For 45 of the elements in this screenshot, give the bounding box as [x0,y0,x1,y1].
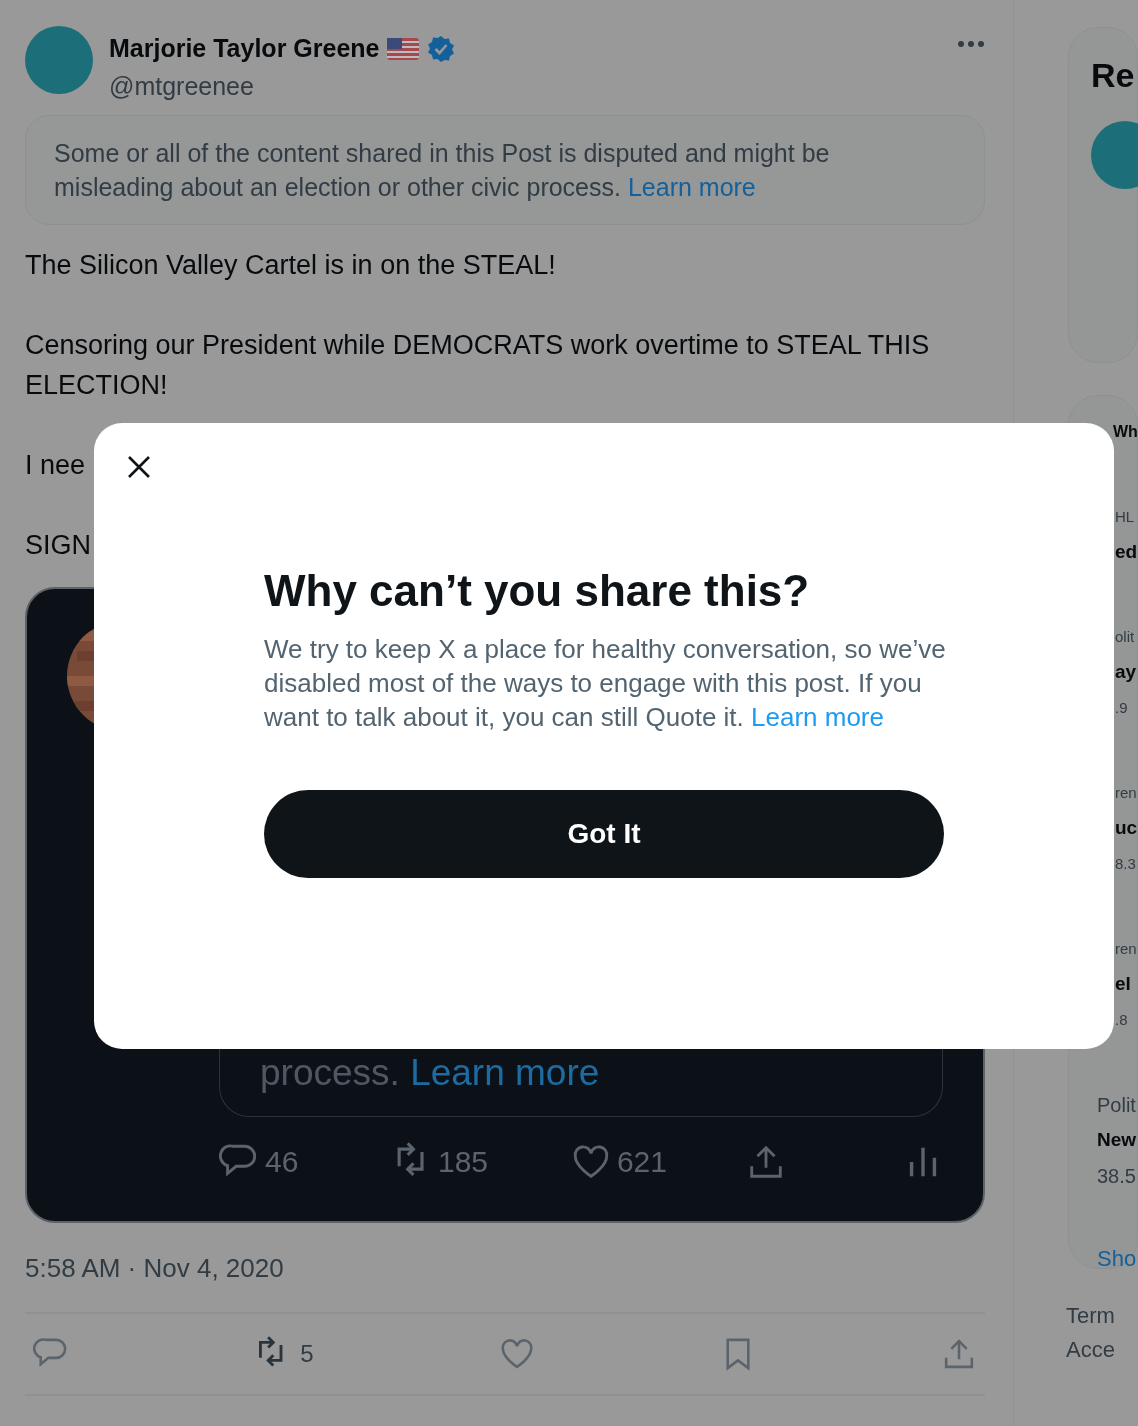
card-heading: Re [1091,55,1135,96]
post-text: I nee [25,449,86,482]
dialog-title: Why can’t you share this? [264,565,811,617]
trend-title[interactable]: New [1097,1122,1137,1158]
trend-category: ren [1115,783,1137,803]
author-name[interactable]: Marjorie Taylor Greene [109,30,380,68]
card-heading: Wh [1113,422,1138,442]
trend-count: 8.3 [1115,854,1136,874]
dialog-text: We try to keep X a place for healthy conversation, so we’ve disabled most of the ways to engage with this post. If you want to talk about it, you can still Quote it. Learn more [264,632,947,734]
show-more-link[interactable]: Sho [1097,1242,1137,1275]
more-icon[interactable] [957,40,985,48]
flag-icon [387,37,420,60]
close-button[interactable] [126,454,152,480]
trend-category: ren [1115,939,1137,959]
learn-more-link[interactable]: Learn more [751,701,884,732]
count: 5 [300,1339,314,1369]
post-text: Censoring our President while DEMOCRATS work overtime to STEAL THIS ELECTION! [25,329,931,402]
author-handle[interactable]: @mtgreenee [109,67,941,105]
trend-count: .9 [1115,698,1128,718]
disputed-notice: Some or all of the content shared in this Post is disputed and might be misleading about an election or other civic process. Learn more [25,115,985,225]
footer-link[interactable]: Term [1066,1299,1138,1333]
trend-category: olit [1115,627,1135,647]
post-text: The Silicon Valley Cartel is in on the STEAL! [25,249,556,282]
trend-title[interactable]: ed [1115,534,1138,570]
trend-count: .8 [1115,1010,1128,1030]
footer-link[interactable]: Acce [1066,1333,1138,1367]
close-icon [126,454,152,480]
trend-title[interactable]: el [1115,966,1131,1002]
count: 621 [616,1144,667,1180]
count: 46 [265,1144,299,1180]
trend-title[interactable]: ay [1115,654,1137,690]
post-text: SIGN [25,529,91,562]
like-button[interactable]: 621 [570,1139,746,1184]
trend-category: Polit [1097,1093,1136,1118]
learn-more-link[interactable]: Learn more [627,173,756,201]
repost-button[interactable]: 185 [392,1139,571,1184]
learn-more-link[interactable]: Learn more [410,1052,600,1093]
reply-button[interactable]: 46 [219,1139,392,1184]
trend-title[interactable]: uc [1115,810,1138,846]
trend-count: 38.5 [1097,1164,1136,1189]
count: 185 [438,1144,489,1180]
repost-button[interactable]: 5 [254,1336,314,1372]
trend-category: HL [1115,507,1135,527]
timestamp[interactable]: 5:58 AM · Nov 4, 2020 [25,1249,985,1314]
got-it-button[interactable]: Got It [264,789,944,878]
